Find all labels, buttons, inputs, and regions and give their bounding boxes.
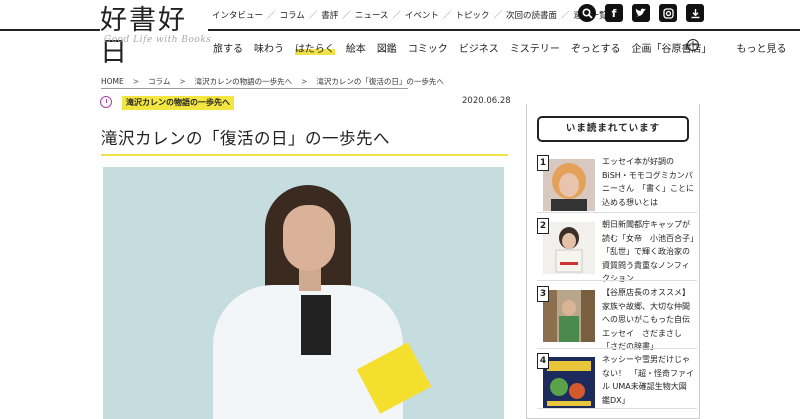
ranking-thumbnail[interactable] (543, 222, 595, 274)
top-nav-topic[interactable]: トピック (455, 9, 489, 21)
twitter-icon[interactable] (632, 4, 650, 22)
cat-travel[interactable]: 旅する (213, 40, 243, 55)
ranking-headline[interactable]: エッセイ本が好調のBiSH・モモコグミカンパニーさん 「書く」ことに込める想いと… (602, 155, 694, 209)
top-nav-review[interactable]: 書評 (321, 9, 338, 21)
breadcrumb: HOME > コラム > 滝沢カレンの物語の一歩先へ > 滝沢カレンの「復活の日… (101, 76, 444, 87)
facebook-icon[interactable]: f (605, 4, 623, 22)
search-icon[interactable] (578, 4, 596, 22)
ranking-thumbnail[interactable] (543, 159, 595, 211)
cat-business[interactable]: ビジネス (459, 40, 499, 55)
category-nav: 旅する 味わう はたらく 絵本 図鑑 コミック ビジネス ミステリー ぞっとする… (213, 40, 791, 55)
bookmark-icon[interactable] (686, 4, 704, 22)
top-nav-interview[interactable]: インタビュー (212, 9, 263, 21)
chevron-right-icon: > (132, 77, 140, 86)
site-header: 好書好日 Good Life with Books インタビュー／ コラム／ 書… (0, 0, 800, 69)
ranking-headline[interactable]: 朝日新聞都庁キャップが読む「女帝 小池百合子」 「乱世」で輝く政治家の資質問う貴… (602, 218, 702, 286)
breadcrumb-underline (101, 88, 408, 89)
logo-tagline: Good Life with Books (104, 35, 212, 45)
chevron-right-icon: > (301, 77, 308, 86)
ranking-thumbnail[interactable] (543, 357, 595, 409)
top-nav-news[interactable]: ニュース (355, 9, 389, 21)
cat-taste[interactable]: 味わう (254, 40, 284, 55)
ranking-thumbnail[interactable] (543, 290, 595, 342)
clock-icon (100, 96, 112, 108)
breadcrumb-series[interactable]: 滝沢カレンの物語の一歩先へ (195, 76, 293, 87)
title-underline (101, 154, 508, 156)
rank-number: 2 (537, 218, 549, 234)
cat-picture-book[interactable]: 絵本 (346, 40, 366, 55)
rank-number: 4 (537, 353, 549, 369)
top-nav-column[interactable]: コラム (280, 9, 305, 21)
breadcrumb-home[interactable]: HOME (101, 77, 124, 86)
rank-number: 3 (537, 286, 549, 302)
site-logo[interactable]: 好書好日 Good Life with Books (100, 5, 212, 69)
cat-tanihara-shoten[interactable]: 企画「谷原書店」 (632, 40, 712, 55)
breadcrumb-current: 滝沢カレンの「復活の日」の一歩先へ (316, 77, 444, 86)
cat-horror[interactable]: ぞっとする (571, 40, 621, 55)
instagram-icon[interactable] (659, 4, 677, 22)
cat-comic[interactable]: コミック (408, 40, 448, 55)
rank-number: 1 (537, 155, 549, 171)
ranking-headline[interactable]: ネッシーや雪男だけじゃない！ 「超・怪奇ファイル UMA未確認生物大図鑑DX」 (602, 353, 694, 407)
ranking-headline[interactable]: 【谷原店長のオススメ】家族や故郷、大切な仲間への思いがこもった自伝エッセイ さだ… (602, 286, 694, 354)
article-date: 2020.06.28 (462, 96, 511, 106)
top-nav-event[interactable]: イベント (405, 9, 439, 21)
chevron-right-icon: > (179, 77, 186, 86)
hero-photo (103, 167, 504, 419)
series-tag[interactable]: 滝沢カレンの物語の一歩先へ (122, 96, 234, 110)
cat-work[interactable]: はたらく (295, 40, 335, 55)
ranking-title: いま読まれています (537, 116, 689, 142)
cat-mystery[interactable]: ミステリー (510, 40, 560, 55)
top-nav-next-book-page[interactable]: 次回の読書面 (506, 9, 557, 21)
cat-more-link[interactable]: もっと見る (737, 40, 787, 55)
cat-encyclopedia[interactable]: 図鑑 (377, 40, 397, 55)
social-icons: f (578, 4, 704, 22)
top-nav: インタビュー／ コラム／ 書評／ ニュース／ イベント／ トピック／ 次回の読書… (212, 9, 608, 21)
plus-circle-icon[interactable]: + (687, 39, 699, 51)
breadcrumb-column[interactable]: コラム (148, 76, 170, 87)
article-title: 滝沢カレンの「復活の日」の一歩先へ (101, 129, 390, 148)
